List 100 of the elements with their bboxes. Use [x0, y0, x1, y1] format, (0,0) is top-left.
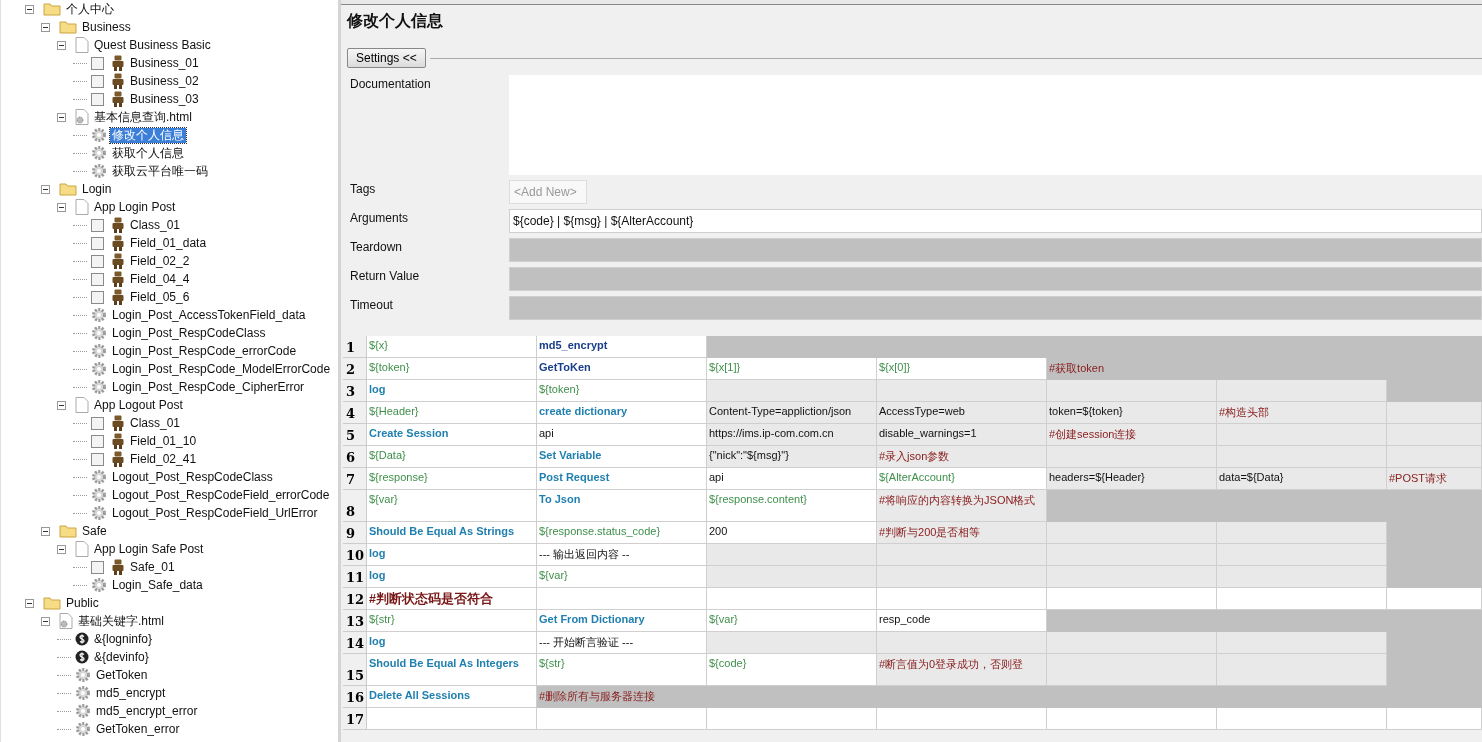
- table-cell[interactable]: [707, 588, 877, 610]
- keyword-cell[interactable]: create dictionary: [537, 402, 707, 424]
- comment-cell[interactable]: #断言值为0登录成功，否则登: [877, 654, 1047, 686]
- table-cell[interactable]: [1387, 566, 1482, 588]
- tree-item[interactable]: Business: [80, 19, 133, 35]
- variable-cell[interactable]: ${response}: [367, 468, 537, 490]
- checkbox[interactable]: [91, 218, 104, 232]
- keyword-cell[interactable]: Get From Dictionary: [537, 610, 707, 632]
- table-cell[interactable]: [1387, 588, 1482, 610]
- table-cell[interactable]: [1217, 708, 1387, 730]
- variable-cell[interactable]: ${Data}: [367, 446, 537, 468]
- keyword-cell[interactable]: log: [367, 380, 537, 402]
- keyword-cell[interactable]: GetToKen: [537, 358, 707, 380]
- table-cell[interactable]: [537, 588, 707, 610]
- table-cell[interactable]: [1217, 566, 1387, 588]
- comment-cell[interactable]: #获取token: [1047, 358, 1217, 380]
- keyword-cell[interactable]: md5_encrypt: [537, 336, 707, 358]
- table-cell[interactable]: [1217, 544, 1387, 566]
- tree-item[interactable]: Safe: [80, 523, 109, 539]
- variable-cell[interactable]: ${AlterAccount}: [877, 468, 1047, 490]
- argument-cell[interactable]: headers=${Header}: [1047, 468, 1217, 490]
- table-cell[interactable]: [1387, 708, 1482, 730]
- tree-item[interactable]: Login_Post_RespCode_errorCode: [110, 343, 299, 359]
- table-cell[interactable]: [1047, 708, 1217, 730]
- variable-cell[interactable]: ${var}: [707, 610, 877, 632]
- table-cell[interactable]: [707, 708, 877, 730]
- variable-cell[interactable]: ${x[0]}: [877, 358, 1047, 380]
- tree-item[interactable]: 基本信息查询.html: [92, 109, 194, 125]
- checkbox[interactable]: [91, 56, 104, 70]
- table-cell[interactable]: [1047, 610, 1217, 632]
- variable-cell[interactable]: ${response.content}: [707, 490, 877, 522]
- tree-item[interactable]: GetToken_error: [94, 721, 182, 737]
- checkbox[interactable]: [91, 416, 104, 430]
- checkbox[interactable]: [91, 434, 104, 448]
- tree-item[interactable]: Field_04_4: [128, 271, 192, 287]
- argument-cell[interactable]: --- 开始断言验证 ---: [537, 632, 707, 654]
- tree-item[interactable]: Login: [80, 181, 114, 197]
- table-cell[interactable]: [1217, 522, 1387, 544]
- keyword-cell[interactable]: log: [367, 566, 537, 588]
- collapse-toggle-icon[interactable]: [57, 400, 66, 410]
- table-cell[interactable]: [877, 566, 1047, 588]
- tree-item[interactable]: Logout_Post_RespCodeClass: [110, 469, 275, 485]
- keyword-cell[interactable]: Should Be Equal As Strings: [367, 522, 537, 544]
- argument-cell[interactable]: disable_warnings=1: [877, 424, 1047, 446]
- variable-cell[interactable]: ${var}: [367, 490, 537, 522]
- comment-cell[interactable]: #录入json参数: [877, 446, 1047, 468]
- collapse-toggle-icon[interactable]: [25, 598, 34, 608]
- tags-field[interactable]: <Add New>: [509, 180, 587, 204]
- tree-item[interactable]: Class_01: [128, 217, 183, 233]
- table-cell[interactable]: [877, 544, 1047, 566]
- argument-cell[interactable]: https://ims.ip-com.com.cn: [707, 424, 877, 446]
- table-cell[interactable]: [1217, 654, 1387, 686]
- argument-cell[interactable]: --- 输出返回内容 --: [537, 544, 707, 566]
- checkbox[interactable]: [91, 74, 104, 88]
- keyword-cell[interactable]: Delete All Sessions: [367, 686, 537, 708]
- tree-item[interactable]: Login_Post_RespCode_CipherError: [110, 379, 307, 395]
- variable-cell[interactable]: ${str}: [537, 654, 707, 686]
- checkbox[interactable]: [91, 236, 104, 250]
- table-cell[interactable]: [707, 544, 877, 566]
- table-cell[interactable]: [707, 632, 877, 654]
- tree-item[interactable]: GetToken: [94, 667, 150, 683]
- argument-cell[interactable]: token=${token}: [1047, 402, 1217, 424]
- input-field[interactable]: ${code} | ${msg} | ${AlterAccount}: [509, 209, 1482, 233]
- table-cell[interactable]: [1217, 424, 1387, 446]
- comment-cell[interactable]: #判断状态码是否符合: [367, 588, 537, 610]
- tree-item[interactable]: Logout_Post_RespCodeField_UrlError: [110, 505, 320, 521]
- tree-item[interactable]: Field_02_41: [128, 451, 199, 467]
- table-cell[interactable]: [1047, 446, 1217, 468]
- table-cell[interactable]: [1387, 446, 1482, 468]
- checkbox[interactable]: [91, 560, 104, 574]
- table-cell[interactable]: [1047, 544, 1217, 566]
- checkbox[interactable]: [91, 92, 104, 106]
- tree-item[interactable]: Business_02: [128, 73, 201, 89]
- variable-cell[interactable]: ${var}: [537, 566, 707, 588]
- variable-cell[interactable]: ${str}: [367, 610, 537, 632]
- tree-item[interactable]: &{devinfo}: [92, 649, 151, 665]
- tree-item[interactable]: Class_01: [128, 415, 183, 431]
- checkbox[interactable]: [91, 452, 104, 466]
- keyword-cell[interactable]: Post Request: [537, 468, 707, 490]
- tree-item[interactable]: 修改个人信息: [110, 127, 186, 143]
- tree-item[interactable]: Business_03: [128, 91, 201, 107]
- collapse-toggle-icon[interactable]: [41, 526, 50, 536]
- table-cell[interactable]: [707, 380, 877, 402]
- tree-item[interactable]: Field_01_10: [128, 433, 199, 449]
- comment-cell[interactable]: #删除所有与服务器连接: [537, 686, 707, 708]
- argument-cell[interactable]: api: [707, 468, 877, 490]
- tree-item[interactable]: 获取个人信息: [110, 145, 186, 161]
- collapse-toggle-icon[interactable]: [57, 202, 66, 212]
- table-cell[interactable]: [1047, 632, 1217, 654]
- keyword-cell[interactable]: log: [367, 632, 537, 654]
- table-cell[interactable]: [537, 708, 707, 730]
- collapse-toggle-icon[interactable]: [57, 544, 66, 554]
- tree-item[interactable]: Logout_Post_RespCodeField_errorCode: [110, 487, 332, 503]
- table-cell[interactable]: [1047, 566, 1217, 588]
- collapse-toggle-icon[interactable]: [41, 22, 50, 32]
- settings-button[interactable]: Settings <<: [347, 48, 426, 68]
- table-cell[interactable]: [1047, 380, 1217, 402]
- tree-item[interactable]: md5_encrypt: [94, 685, 168, 701]
- table-cell[interactable]: [1217, 446, 1387, 468]
- variable-cell[interactable]: ${response.status_code}: [537, 522, 707, 544]
